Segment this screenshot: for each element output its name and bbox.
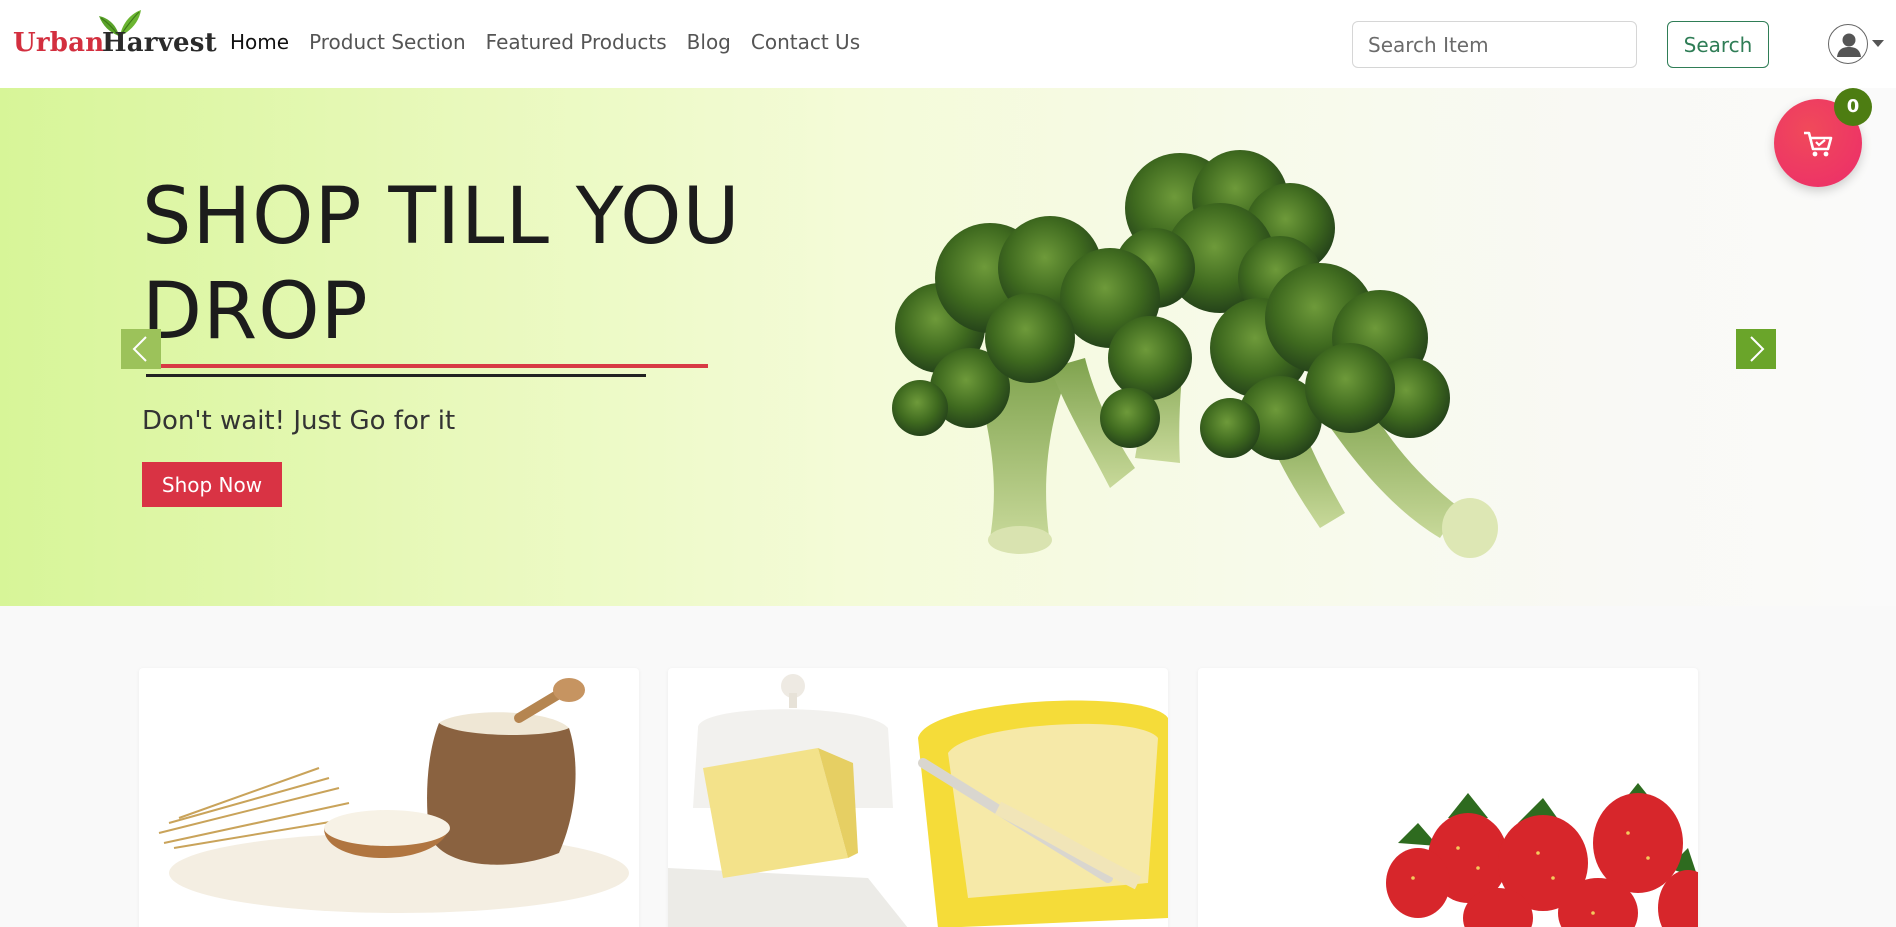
brand-word-1: Urban [13, 28, 105, 58]
category-card-rice[interactable] [139, 668, 639, 927]
user-circle-icon [1837, 33, 1861, 57]
nav-link-home[interactable]: Home [230, 30, 289, 54]
user-menu[interactable] [1828, 24, 1888, 64]
nav-link-product-section[interactable]: Product Section [309, 30, 466, 54]
category-card-strawberries[interactable] [1198, 668, 1698, 927]
search-input[interactable] [1352, 21, 1637, 68]
main-nav: Home Product Section Featured Products B… [230, 30, 880, 54]
chevron-right-icon [1750, 336, 1765, 362]
carousel-prev-button[interactable] [121, 329, 161, 369]
nav-link-blog[interactable]: Blog [687, 30, 731, 54]
nav-link-contact-us[interactable]: Contact Us [751, 30, 860, 54]
butter-image [668, 674, 1168, 927]
search-button[interactable]: Search [1667, 21, 1769, 68]
hero-subtitle: Don't wait! Just Go for it [142, 406, 456, 436]
user-avatar [1828, 24, 1868, 64]
caret-down-icon [1872, 40, 1884, 47]
category-cards [139, 668, 1699, 927]
hero-underline-dark [146, 374, 646, 377]
hero-underline-red [146, 364, 708, 368]
top-navbar: Urban Harvest Home Product Section Featu… [0, 0, 1896, 88]
hero-carousel: SHOP TILL YOU DROP Don't wait! Just Go f… [0, 88, 1896, 606]
carousel-next-button[interactable] [1736, 329, 1776, 369]
brand-logo[interactable]: Urban Harvest [13, 8, 217, 64]
shop-now-button[interactable]: Shop Now [142, 462, 282, 507]
nav-link-featured-products[interactable]: Featured Products [486, 30, 667, 54]
rice-image [158, 678, 629, 913]
cart-count-badge: 0 [1834, 88, 1872, 126]
shopping-cart-icon [1804, 131, 1833, 157]
chevron-left-icon [132, 336, 147, 362]
hero-title: SHOP TILL YOU DROP [142, 172, 741, 357]
hero-broccoli-image [892, 150, 1498, 558]
brand-word-2: Harvest [102, 28, 217, 58]
category-card-butter[interactable] [668, 668, 1168, 927]
strawberries-image [1386, 783, 1698, 927]
